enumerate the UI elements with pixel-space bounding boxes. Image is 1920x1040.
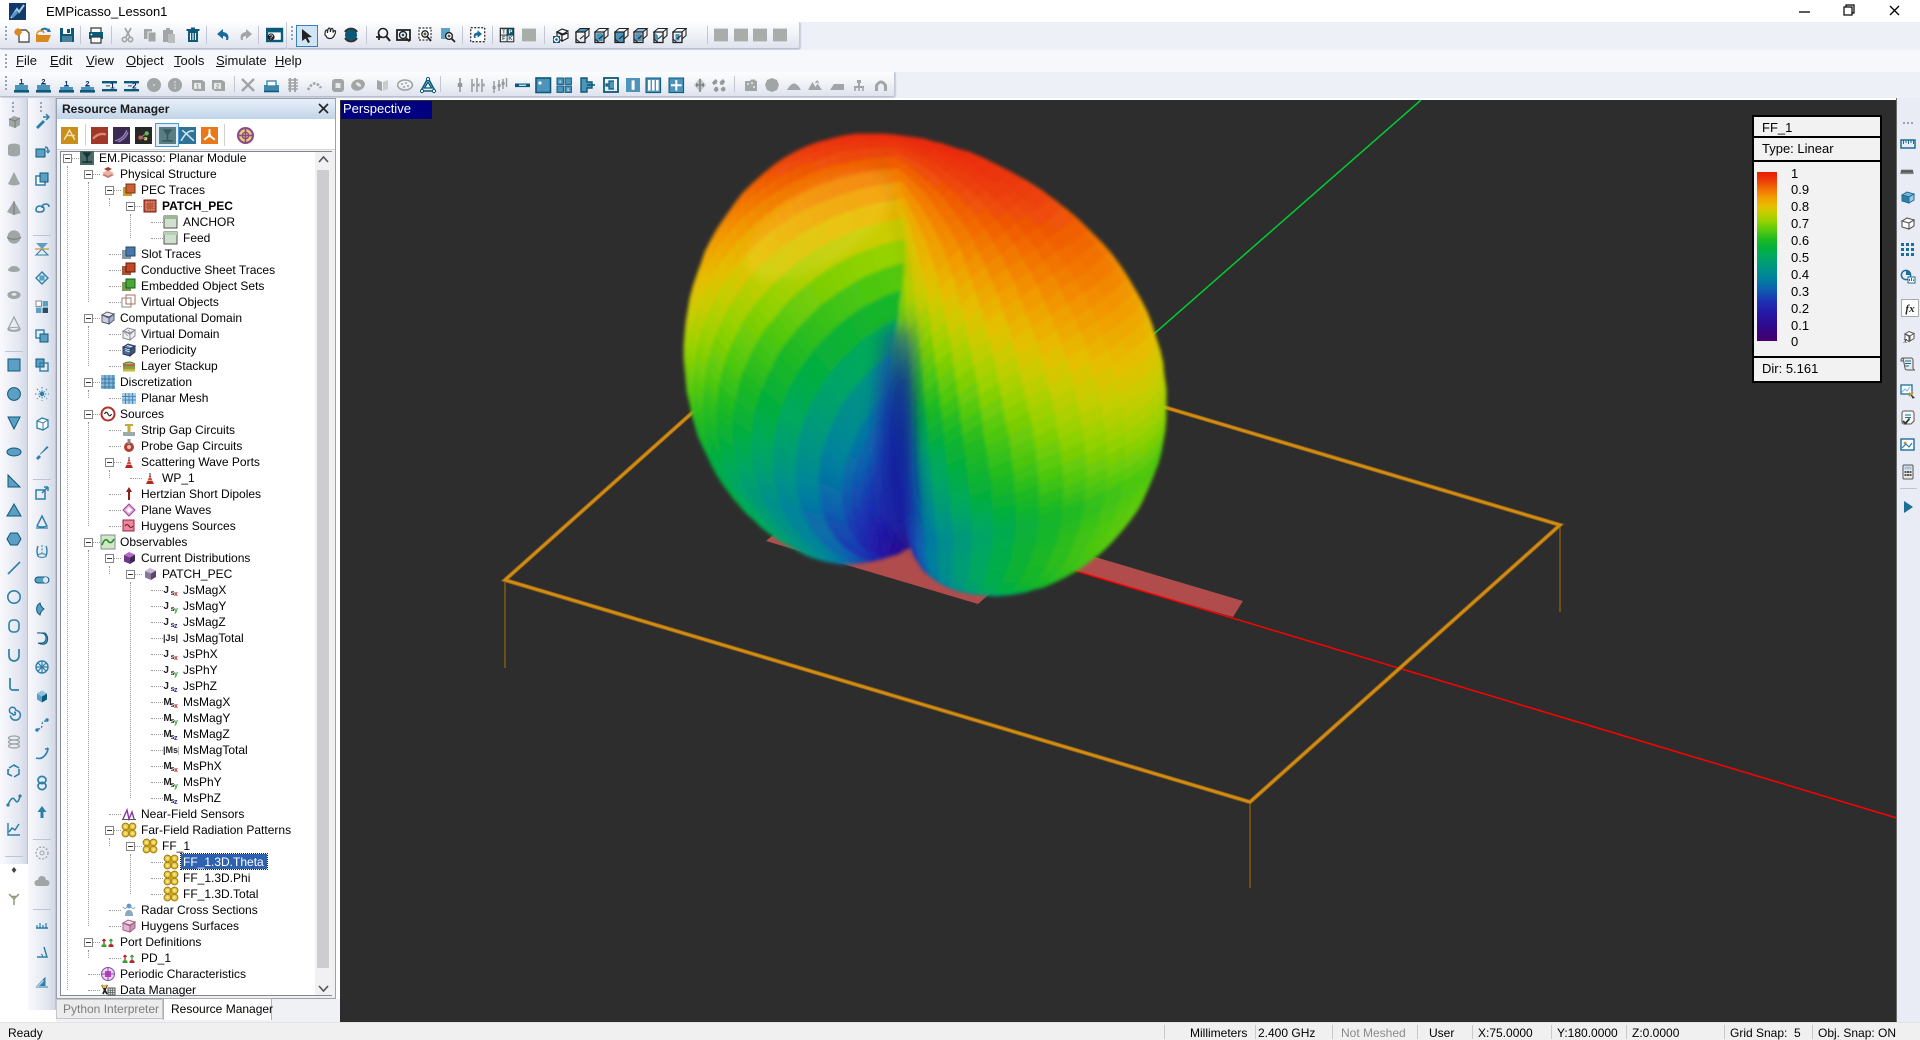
svg-text:2: 2 (86, 81, 90, 88)
svg-text:y: y (174, 783, 178, 790)
svg-text:z: z (174, 687, 178, 694)
svg-text:J: J (163, 649, 169, 660)
svg-text:y: y (174, 607, 178, 614)
svg-text:x: x (174, 655, 178, 662)
svg-text:1: 1 (65, 81, 69, 88)
svg-text:fx: fx (1905, 303, 1915, 315)
svg-text:1: 1 (20, 79, 24, 86)
svg-text:2: 2 (42, 79, 46, 86)
svg-text:−2: −2 (127, 82, 137, 91)
svg-text:J: J (163, 585, 169, 596)
svg-text:x: x (174, 703, 178, 710)
svg-text:J: J (163, 665, 169, 676)
svg-text:−1: −1 (105, 82, 115, 91)
svg-text:J: J (163, 681, 169, 692)
svg-text:J: J (163, 617, 169, 628)
svg-text:2: 2 (216, 83, 220, 90)
svg-text:|Js|: |Js| (163, 633, 178, 643)
svg-text:P: P (509, 30, 513, 36)
svg-text:y: y (174, 719, 178, 726)
svg-text:K: K (508, 36, 512, 42)
svg-text:y: y (174, 671, 178, 678)
svg-text:z: z (174, 735, 178, 742)
svg-text:x: x (174, 591, 178, 598)
svg-text:x: x (1903, 336, 1908, 345)
svg-text:1: 1 (196, 83, 200, 90)
svg-text:|Ms|: |Ms| (163, 745, 179, 755)
svg-text:J: J (163, 601, 169, 612)
svg-text:x: x (174, 767, 178, 774)
svg-text:z: z (174, 799, 178, 806)
svg-text:?: ? (269, 33, 273, 42)
svg-text:z: z (174, 623, 178, 630)
